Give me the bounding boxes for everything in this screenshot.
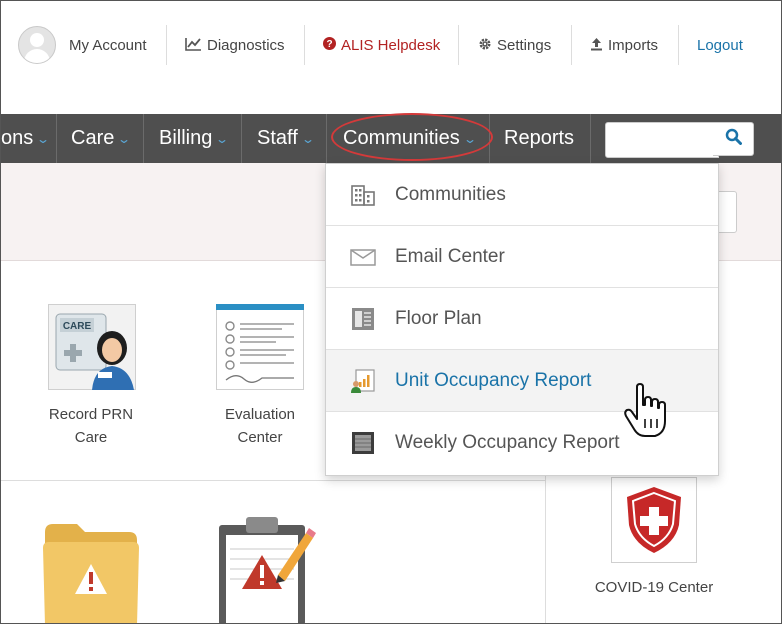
- menu-item-floor-plan[interactable]: Floor Plan: [326, 288, 718, 350]
- app-window: My Account Diagnostics ? ALIS Helpdesk S…: [0, 0, 782, 624]
- covid-center-label-text: COVID-19 Center: [594, 579, 714, 596]
- logout-link[interactable]: Logout: [697, 1, 743, 89]
- diagnostics-link[interactable]: Diagnostics: [185, 1, 285, 89]
- evaluation-center-image: [216, 304, 304, 390]
- nav-item-partial[interactable]: ons ⌄: [1, 114, 51, 163]
- occupancy-report-icon: [350, 369, 376, 393]
- gear-icon: [478, 37, 492, 54]
- nav-staff-label: Staff: [257, 127, 298, 149]
- weekly-report-icon: [350, 431, 376, 455]
- nav-reports-label: Reports: [504, 127, 575, 149]
- floor-plan-icon: [350, 307, 376, 331]
- diagnostics-label: Diagnostics: [207, 36, 285, 54]
- nav-item-care[interactable]: Care ⌄: [71, 114, 132, 163]
- incident-clipboard-tile[interactable]: [216, 515, 316, 623]
- hand-pointer-cursor-icon: [623, 383, 667, 439]
- record-prn-care-tile[interactable]: CARE: [48, 304, 136, 390]
- search-input[interactable]: [605, 122, 719, 158]
- chevron-down-icon: ⌄: [36, 131, 51, 146]
- menu-item-communities-label: Communities: [395, 183, 506, 205]
- shield-cross-icon: [611, 477, 697, 563]
- evaluation-center-label-line2: Center: [237, 429, 283, 446]
- evaluation-center-label: Evaluation Center: [190, 403, 330, 449]
- settings-link[interactable]: Settings: [478, 1, 551, 89]
- record-prn-care-label: Record PRN Care: [21, 403, 161, 449]
- warning-folder-icon: [43, 524, 139, 623]
- chevron-down-icon: ⌄: [462, 131, 477, 146]
- nav-item-billing[interactable]: Billing ⌄: [159, 114, 230, 163]
- chevron-down-icon: ⌄: [117, 131, 132, 146]
- chevron-down-icon: ⌄: [215, 131, 230, 146]
- incident-folder-tile[interactable]: [41, 520, 141, 623]
- record-prn-care-label-line1: Record PRN: [48, 406, 134, 423]
- search-button[interactable]: [713, 122, 754, 156]
- imports-label: Imports: [608, 36, 659, 54]
- my-account-link[interactable]: My Account: [69, 1, 147, 89]
- nav-item-reports[interactable]: Reports: [504, 114, 574, 163]
- record-prn-care-image: CARE: [48, 304, 136, 390]
- my-account-label: My Account: [69, 36, 147, 54]
- evaluation-center-tile[interactable]: [216, 304, 304, 390]
- menu-item-email-center-label: Email Center: [395, 245, 505, 267]
- menu-item-email-center[interactable]: Email Center: [326, 226, 718, 288]
- covid-center-label: COVID-19 Center: [584, 576, 724, 599]
- record-prn-care-label-line2: Care: [74, 429, 108, 446]
- svg-text:?: ?: [326, 39, 332, 50]
- settings-label: Settings: [497, 36, 552, 54]
- care-badge-text: CARE: [63, 321, 92, 332]
- menu-item-floor-plan-label: Floor Plan: [395, 307, 482, 329]
- search-icon: [725, 128, 742, 150]
- nav-item-staff[interactable]: Staff ⌄: [257, 114, 315, 163]
- avatar[interactable]: [18, 26, 56, 64]
- nav-partial-label: ons: [1, 127, 34, 149]
- helpdesk-label: ALIS Helpdesk: [341, 36, 441, 54]
- helpdesk-link[interactable]: ? ALIS Helpdesk: [323, 1, 440, 89]
- question-circle-icon: ?: [323, 37, 336, 53]
- warning-clipboard-icon: [219, 517, 316, 623]
- nav-care-label: Care: [71, 127, 115, 149]
- logout-label: Logout: [697, 36, 743, 54]
- envelope-icon: [350, 245, 376, 269]
- chevron-down-icon: ⌄: [300, 131, 315, 146]
- evaluation-center-label-line1: Evaluation: [224, 406, 296, 423]
- building-icon: [350, 183, 376, 207]
- line-chart-icon: [185, 37, 202, 54]
- menu-item-communities[interactable]: Communities: [326, 164, 718, 226]
- covid-center-tile[interactable]: [611, 477, 697, 563]
- menu-item-unit-occupancy-report-label: Unit Occupancy Report: [395, 369, 592, 391]
- nav-billing-label: Billing: [159, 127, 213, 149]
- upload-icon: [590, 37, 603, 54]
- nav-item-communities[interactable]: Communities ⌄: [343, 114, 477, 163]
- menu-item-weekly-occupancy-report-label: Weekly Occupancy Report: [395, 432, 620, 453]
- imports-link[interactable]: Imports: [590, 1, 658, 89]
- nav-communities-label: Communities: [343, 127, 460, 149]
